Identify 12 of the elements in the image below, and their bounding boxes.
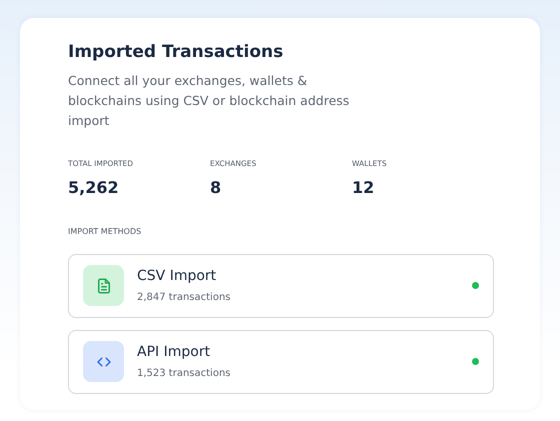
section-label: IMPORT METHODS (68, 226, 142, 238)
stat-value: 8 (210, 176, 222, 199)
import-method-card[interactable]: CSV Import 2,847 transactions (68, 254, 494, 318)
import-method-card[interactable]: API Import 1,523 transactions (68, 330, 494, 394)
card-title: Imported Transactions (68, 42, 284, 62)
transaction-count: 2,847 transactions (137, 291, 232, 306)
card-description: Connect all your exchanges, wallets & blockchains using CSV or blockchain address import (68, 72, 350, 130)
stat-value: 12 (352, 176, 376, 199)
method-name: API Import (137, 343, 212, 362)
method-name: CSV Import (137, 267, 218, 286)
transaction-count: 1,523 transactions (137, 367, 232, 382)
stat-value: 5,262 (68, 176, 120, 199)
